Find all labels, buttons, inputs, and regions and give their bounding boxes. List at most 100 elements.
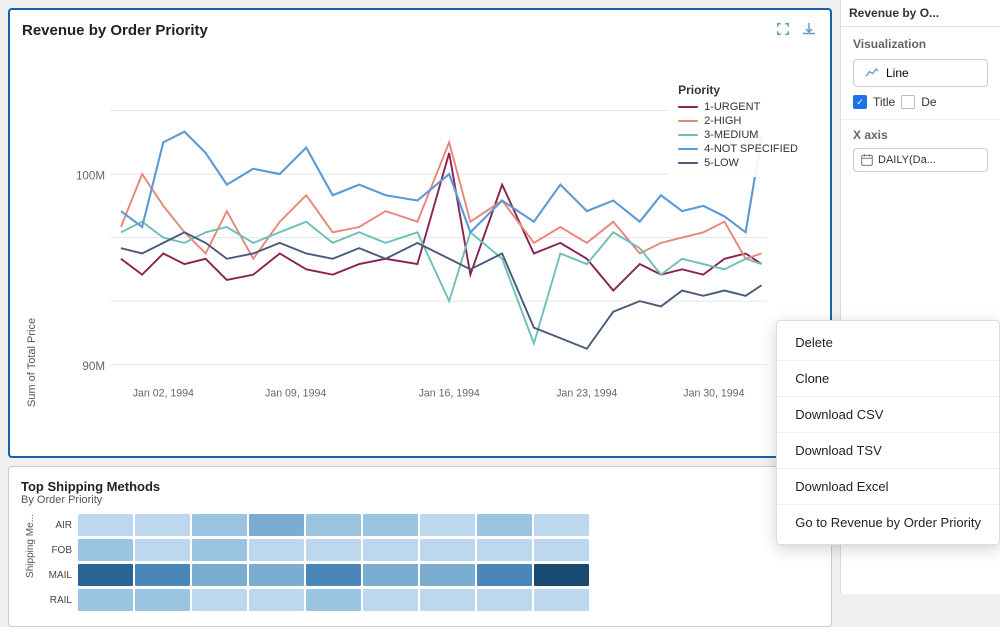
- row-label-fob: FOB: [40, 545, 76, 556]
- table-row: RAIL: [40, 589, 819, 611]
- heatmap-cell: [135, 589, 190, 611]
- legend-label-not-specified: 4-NOT SPECIFIED: [704, 143, 798, 155]
- row-label-mail: MAIL: [40, 570, 76, 581]
- line-chart-icon: [864, 65, 880, 81]
- legend-item-low: 5-LOW: [678, 157, 798, 169]
- heatmap-cell: [477, 539, 532, 561]
- heatmap-cell: [534, 564, 589, 586]
- svg-text:Date: Date: [426, 405, 451, 407]
- heatmap-cell: [78, 589, 133, 611]
- heatmap-cell: [249, 539, 304, 561]
- viz-type-button[interactable]: Line: [853, 59, 988, 87]
- chart-actions[interactable]: [774, 20, 818, 38]
- heatmap-cell: [249, 589, 304, 611]
- heatmap-cell: [78, 514, 133, 536]
- heatmap-cell: [420, 589, 475, 611]
- legend-color-urgent: [678, 106, 698, 108]
- table-row: FOB: [40, 539, 819, 561]
- heatmap-cell: [306, 514, 361, 536]
- heatmap-cell: [78, 539, 133, 561]
- x-axis-label: DAILY(Da...: [878, 154, 936, 166]
- legend-color-high: [678, 120, 698, 122]
- visualization-section: Visualization Line Title De: [841, 27, 1000, 119]
- menu-item-delete[interactable]: Delete: [777, 325, 999, 361]
- heatmap-cells-fob: [78, 539, 589, 561]
- heatmap-cell: [477, 564, 532, 586]
- table-row: AIR: [40, 514, 819, 536]
- heatmap-cell: [363, 514, 418, 536]
- svg-text:Jan 23, 1994: Jan 23, 1994: [556, 387, 617, 399]
- calendar-icon: [860, 153, 874, 167]
- heatmap-cell: [78, 564, 133, 586]
- menu-item-goto-revenue[interactable]: Go to Revenue by Order Priority: [777, 505, 999, 540]
- chart-content: 100M 90M Jan 02, 1994 Jan 09, 1994 Jan 1…: [38, 47, 818, 407]
- x-axis-button[interactable]: DAILY(Da...: [853, 148, 988, 172]
- expand-icon[interactable]: [774, 20, 792, 38]
- chart-legend: Priority 1-URGENT 2-HIGH 3-MEDIUM: [668, 77, 808, 177]
- heatmap-cell: [420, 539, 475, 561]
- legend-color-not-specified: [678, 148, 698, 150]
- heatmap-cell: [192, 539, 247, 561]
- heatmap-cell: [249, 514, 304, 536]
- heatmap-cell: [135, 514, 190, 536]
- menu-item-download-csv[interactable]: Download CSV: [777, 397, 999, 433]
- svg-text:Jan 09, 1994: Jan 09, 1994: [265, 387, 326, 399]
- legend-item-high: 2-HIGH: [678, 115, 798, 127]
- shipping-title: Top Shipping Methods: [21, 479, 819, 494]
- heatmap-cell: [363, 589, 418, 611]
- legend-label-urgent: 1-URGENT: [704, 101, 760, 113]
- svg-text:100M: 100M: [76, 169, 105, 182]
- chart-title: Revenue by Order Priority: [22, 22, 818, 39]
- legend-label-high: 2-HIGH: [704, 115, 741, 127]
- heatmap-cell: [306, 589, 361, 611]
- chart-area: Sum of Total Price 100M 90M Jan 02, 19: [22, 47, 818, 407]
- x-axis-title: X axis: [853, 128, 988, 142]
- heatmap-cells-air: [78, 514, 589, 536]
- heatmap-cell: [363, 564, 418, 586]
- heatmap-cell: [192, 589, 247, 611]
- menu-item-download-tsv[interactable]: Download TSV: [777, 433, 999, 469]
- heatmap-cells-rail: [78, 589, 589, 611]
- heatmap-cell: [534, 514, 589, 536]
- heatmap-cell: [135, 539, 190, 561]
- heatmap-cell: [420, 514, 475, 536]
- svg-text:Jan 30, 1994: Jan 30, 1994: [683, 387, 744, 399]
- svg-text:Jan 16, 1994: Jan 16, 1994: [419, 387, 480, 399]
- shipping-chart-card: Top Shipping Methods By Order Priority S…: [8, 466, 832, 627]
- heatmap-cell: [363, 539, 418, 561]
- heatmap-cell: [306, 564, 361, 586]
- context-menu: Delete Clone Download CSV Download TSV D…: [776, 320, 1000, 545]
- legend-label-low: 5-LOW: [704, 157, 739, 169]
- legend-color-medium: [678, 134, 698, 136]
- de-checkbox[interactable]: [901, 95, 915, 109]
- legend-color-low: [678, 162, 698, 164]
- row-label-rail: RAIL: [40, 595, 76, 606]
- y-axis-label: Sum of Total Price: [22, 47, 38, 407]
- legend-title: Priority: [678, 83, 798, 97]
- heatmap-cell: [420, 564, 475, 586]
- title-checkbox-row: Title De: [853, 95, 988, 109]
- x-axis-section: X axis DAILY(Da...: [841, 119, 1000, 180]
- menu-item-clone[interactable]: Clone: [777, 361, 999, 397]
- menu-item-download-excel[interactable]: Download Excel: [777, 469, 999, 505]
- heatmap-cell: [192, 564, 247, 586]
- legend-item-medium: 3-MEDIUM: [678, 129, 798, 141]
- legend-item-urgent: 1-URGENT: [678, 101, 798, 113]
- right-top-label: Revenue by O...: [849, 6, 939, 20]
- svg-text:90M: 90M: [82, 360, 105, 373]
- legend-label-medium: 3-MEDIUM: [704, 129, 758, 141]
- de-checkbox-label: De: [921, 95, 936, 109]
- title-checkbox-label: Title: [873, 95, 895, 109]
- heatmap-cell: [135, 564, 190, 586]
- heatmap-y-label: Shipping Me...: [21, 514, 36, 578]
- title-checkbox[interactable]: [853, 95, 867, 109]
- heatmap-area: Shipping Me... AIR: [21, 514, 819, 614]
- row-label-air: AIR: [40, 520, 76, 531]
- svg-text:Jan 02, 1994: Jan 02, 1994: [133, 387, 194, 399]
- heatmap-cell: [477, 589, 532, 611]
- right-top-bar: Revenue by O...: [841, 0, 1000, 27]
- download-icon[interactable]: [800, 20, 818, 38]
- heatmap-cells-mail: [78, 564, 589, 586]
- heatmap-cell: [534, 589, 589, 611]
- heatmap-cell: [477, 514, 532, 536]
